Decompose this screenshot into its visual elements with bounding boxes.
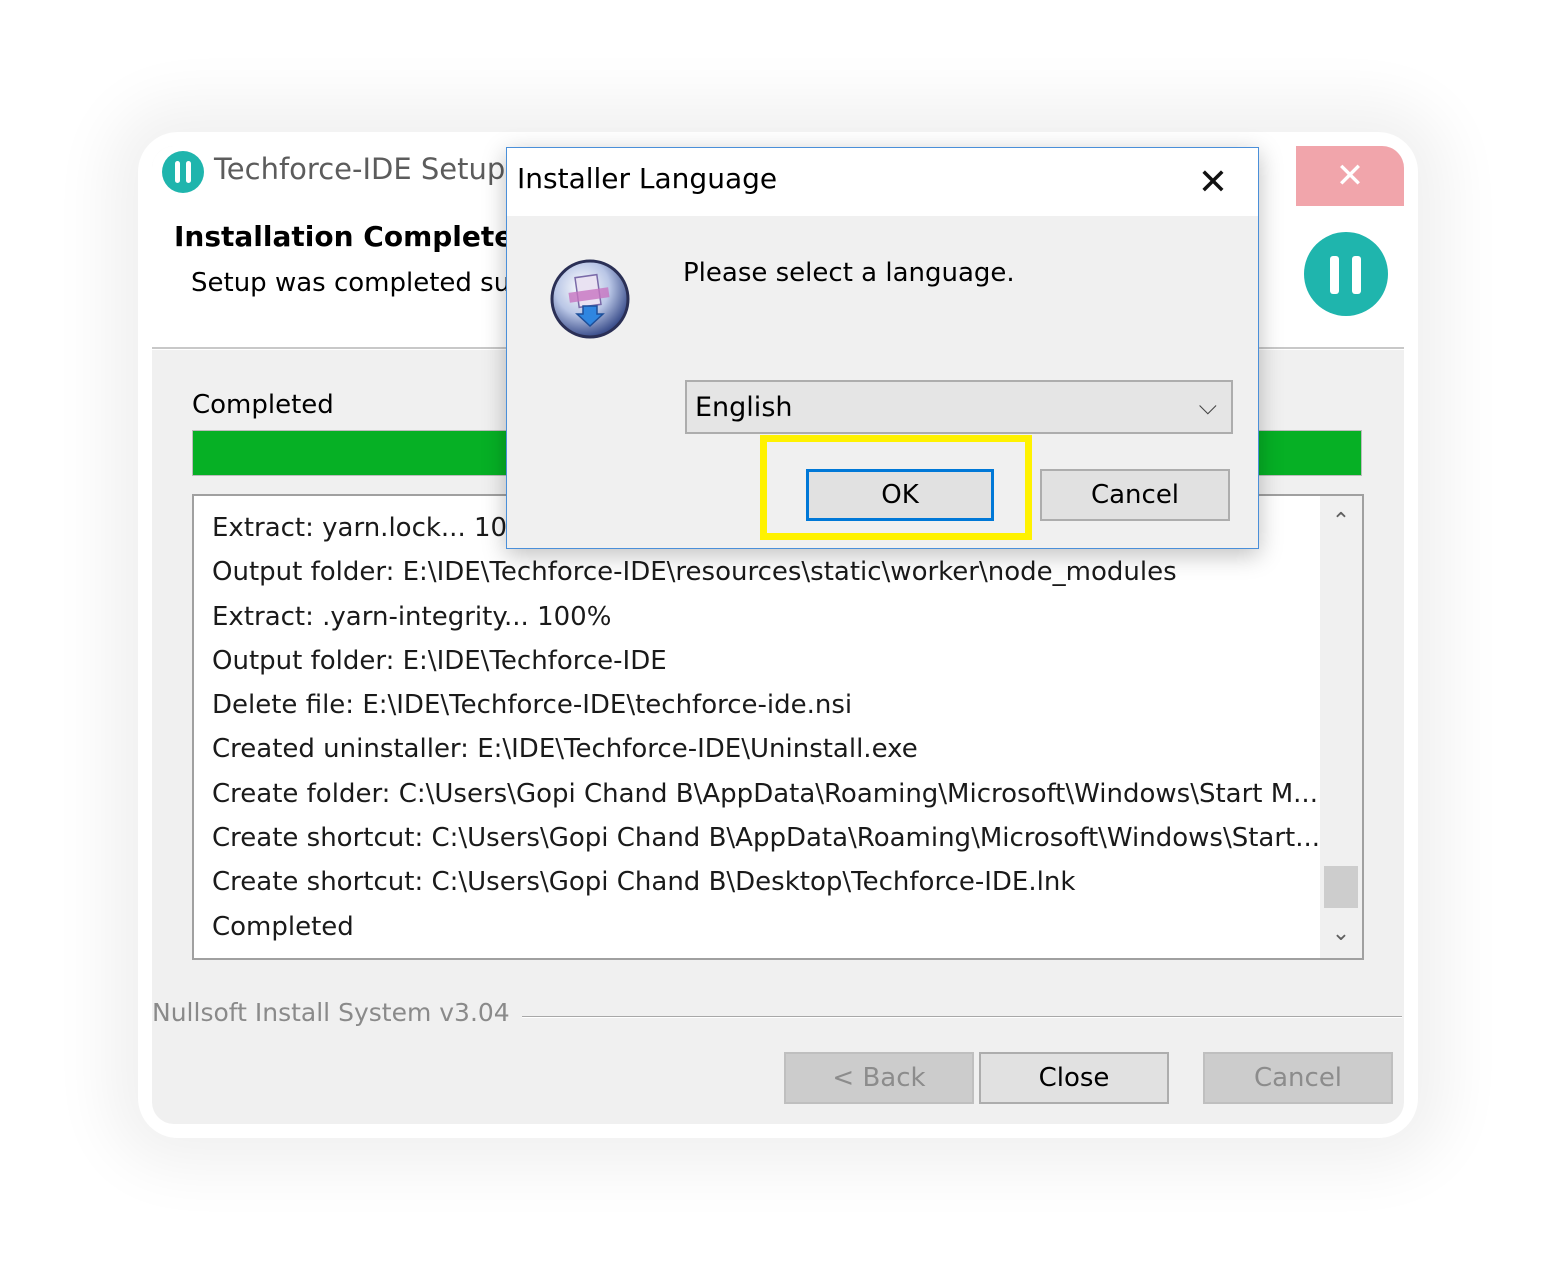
installer-globe-icon bbox=[550, 259, 630, 339]
log-list: Extract: yarn.lock... 10 Output folder: E… bbox=[212, 506, 1320, 949]
page-title: Installation Complete bbox=[174, 220, 514, 253]
app-logo-icon bbox=[162, 151, 204, 193]
scroll-up-arrow-icon[interactable]: ⌃ bbox=[1320, 500, 1362, 542]
footer-divider bbox=[522, 1016, 1402, 1018]
page-subtitle: Setup was completed suc bbox=[191, 268, 525, 298]
log-line: Create shortcut: C:\Users\Gopi Chand B\A… bbox=[212, 823, 1321, 854]
dialog-prompt: Please select a language. bbox=[683, 258, 1015, 288]
log-line: Completed bbox=[212, 911, 354, 942]
window-close-button[interactable]: ✕ bbox=[1296, 146, 1404, 206]
log-line: Output folder: E:\IDE\Techforce-IDE\reso… bbox=[212, 557, 1177, 588]
log-line: Extract: .yarn-integrity... 100% bbox=[212, 601, 612, 632]
dialog-close-button[interactable]: ✕ bbox=[1187, 158, 1239, 206]
back-button[interactable]: < Back bbox=[784, 1052, 974, 1104]
language-select-value: English bbox=[695, 391, 793, 423]
log-scrollbar[interactable]: ⌃ ⌄ bbox=[1320, 496, 1362, 958]
dialog-titlebar: Installer Language ✕ bbox=[507, 148, 1258, 216]
app-logo-large-icon bbox=[1304, 232, 1388, 316]
close-button[interactable]: Close bbox=[979, 1052, 1169, 1104]
log-line: Delete file: E:\IDE\Techforce-IDE\techfo… bbox=[212, 690, 853, 721]
dialog-title: Installer Language bbox=[517, 162, 778, 195]
cancel-button[interactable]: Cancel bbox=[1203, 1052, 1393, 1104]
install-log[interactable]: Extract: yarn.lock... 10 Output folder: E… bbox=[192, 494, 1364, 960]
language-select[interactable]: English ⌵ bbox=[685, 380, 1233, 434]
ok-button[interactable]: OK bbox=[806, 469, 994, 521]
status-label: Completed bbox=[192, 390, 334, 420]
dialog-cancel-button[interactable]: Cancel bbox=[1040, 469, 1230, 521]
log-line: Create folder: C:\Users\Gopi Chand B\App… bbox=[212, 778, 1318, 809]
window-title: Techforce-IDE Setup bbox=[214, 152, 506, 186]
log-line: Created uninstaller: E:\IDE\Techforce-ID… bbox=[212, 734, 918, 765]
scroll-down-arrow-icon[interactable]: ⌄ bbox=[1320, 912, 1362, 954]
log-line: Create shortcut: C:\Users\Gopi Chand B\D… bbox=[212, 867, 1076, 898]
installer-brand: Nullsoft Install System v3.04 bbox=[152, 998, 510, 1027]
log-line: Output folder: E:\IDE\Techforce-IDE bbox=[212, 645, 667, 676]
chevron-down-icon: ⌵ bbox=[1198, 392, 1217, 420]
language-dialog: Installer Language ✕ Please select a lan… bbox=[506, 147, 1259, 549]
scroll-thumb[interactable] bbox=[1324, 866, 1358, 908]
